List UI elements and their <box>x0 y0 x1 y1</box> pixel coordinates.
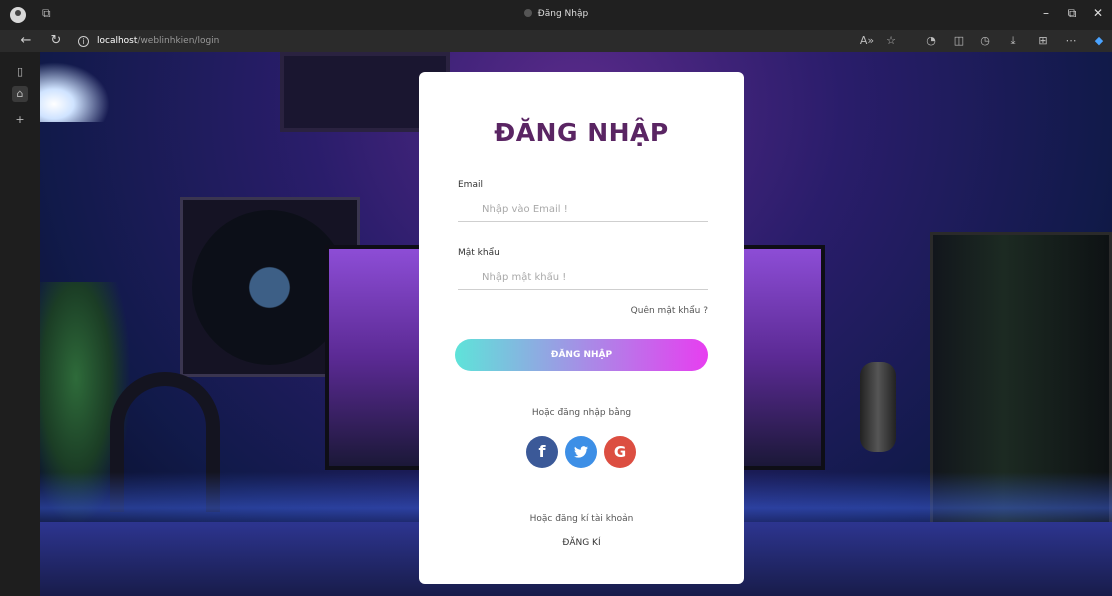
email-field[interactable] <box>458 198 708 222</box>
email-label: Email <box>458 180 483 190</box>
back-arrow-icon[interactable]: ← <box>16 33 36 49</box>
background-monitor-left <box>325 245 425 470</box>
minimize-button[interactable]: – <box>1036 6 1056 20</box>
register-link[interactable]: ĐĂNG KÍ <box>419 538 744 548</box>
url-host: localhost <box>97 36 138 46</box>
history-icon[interactable]: ◷ <box>976 33 994 49</box>
login-card: ĐĂNG NHẬP Email Mật khẩu Quên mật khẩu ?… <box>419 72 744 584</box>
download-icon[interactable]: ⤓ <box>1004 33 1022 49</box>
favicon-icon <box>523 9 532 17</box>
google-icon[interactable]: G <box>604 436 636 468</box>
home-icon[interactable]: ⌂ <box>12 86 28 102</box>
social-login-prompt: Hoặc đăng nhập bằng <box>531 408 632 418</box>
login-button[interactable]: ĐĂNG NHẬP <box>455 339 708 371</box>
twitter-icon[interactable] <box>565 436 597 468</box>
read-aloud-icon[interactable]: A» <box>858 33 876 49</box>
register-prompt: Hoặc đăng kí tài khoản <box>529 514 634 524</box>
background-monitor-right <box>740 245 825 470</box>
vertical-tabs-icon[interactable]: ▯ <box>12 64 28 80</box>
split-screen-icon[interactable]: ◫ <box>950 33 968 49</box>
add-tab-icon[interactable]: + <box>12 112 28 128</box>
close-window-button[interactable]: ✕ <box>1088 6 1108 20</box>
refresh-icon[interactable]: ↻ <box>46 33 66 49</box>
more-icon[interactable]: ⋯ <box>1062 33 1080 49</box>
browser-sidebar: ▯ ⌂ + <box>0 52 40 596</box>
copilot-icon[interactable]: ◆ <box>1090 33 1108 49</box>
url-field[interactable]: i localhost/weblinhkien/login <box>78 32 838 50</box>
title-bar: ⧉ Đăng Nhập – ⧉ ✕ <box>0 0 1112 30</box>
page-title: ĐĂNG NHẬP <box>494 118 669 147</box>
forgot-password-link[interactable]: Quên mật khẩu ? <box>631 306 708 316</box>
background-lamp <box>40 62 110 122</box>
background-microphone <box>860 362 896 452</box>
favorite-star-icon[interactable]: ☆ <box>882 33 900 49</box>
twitter-bird-glyph <box>574 446 588 458</box>
tab-title-text: Đăng Nhập <box>537 9 589 19</box>
restore-button[interactable]: ⧉ <box>1062 6 1082 21</box>
site-info-icon[interactable]: i <box>78 36 89 47</box>
tab-title[interactable]: Đăng Nhập <box>0 9 1112 19</box>
url-path: /weblinhkien/login <box>137 36 220 46</box>
collections-icon[interactable]: ⊞ <box>1034 33 1052 49</box>
address-bar: ← ↻ i localhost/weblinhkien/login A» ☆ ◔ … <box>0 30 1112 52</box>
background-vinyl <box>192 210 347 365</box>
facebook-icon[interactable]: f <box>526 436 558 468</box>
password-label: Mật khẩu <box>458 248 500 258</box>
extensions-icon[interactable]: ◔ <box>922 33 940 49</box>
password-field[interactable] <box>458 266 708 290</box>
